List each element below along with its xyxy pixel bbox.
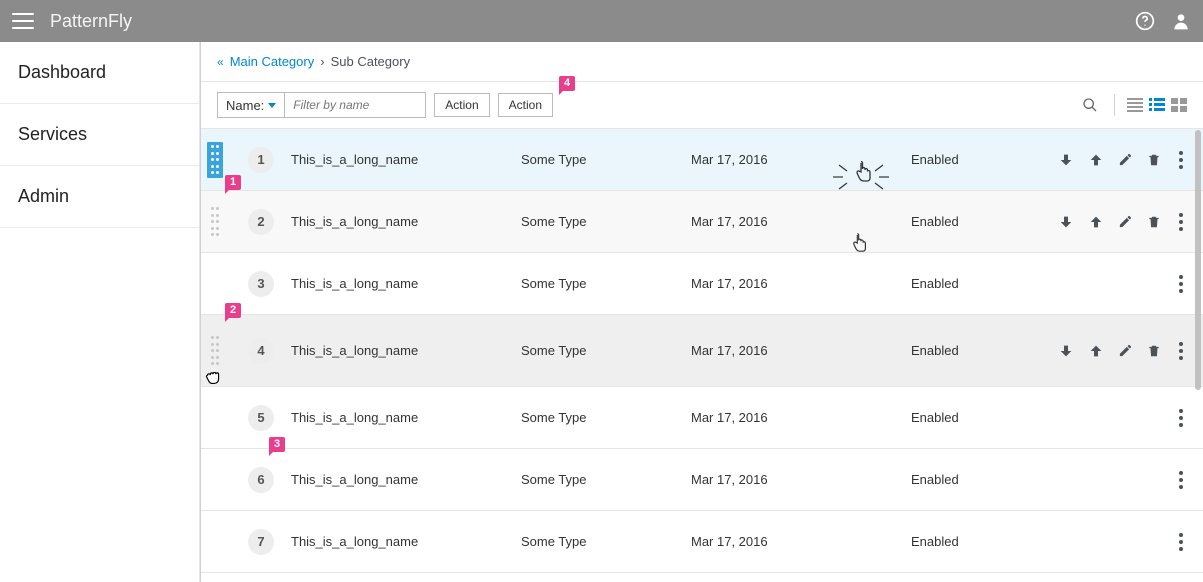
row-type: Some Type	[521, 534, 691, 549]
action-button-1[interactable]: Action	[434, 93, 489, 117]
scrollbar[interactable]	[1195, 130, 1201, 570]
filter-dropdown[interactable]: Name:	[218, 93, 285, 117]
breadcrumb: « Main Category › Sub Category	[201, 42, 1203, 82]
row-status: Enabled	[911, 472, 1021, 487]
row-status: Enabled	[911, 276, 1021, 291]
row-date: Mar 17, 2016	[691, 472, 861, 487]
list-row[interactable]: 3 This_is_a_long_name Some Type Mar 17, …	[201, 253, 1203, 315]
kebab-menu-icon[interactable]	[1175, 209, 1187, 235]
annotation-pin-2: 2	[225, 303, 241, 318]
sidebar-item-admin[interactable]: Admin	[0, 166, 199, 228]
list-row[interactable]: 4 This_is_a_long_name Some Type Mar 17, …	[201, 315, 1203, 387]
move-up-icon[interactable]	[1088, 214, 1104, 230]
row-status: Enabled	[911, 534, 1021, 549]
kebab-menu-icon[interactable]	[1175, 147, 1187, 173]
annotation-pin-4: 4	[559, 76, 575, 91]
row-date: Mar 17, 2016	[691, 534, 861, 549]
sidebar: Dashboard Services Admin	[0, 42, 200, 582]
filter-label: Name:	[226, 98, 264, 113]
delete-icon[interactable]	[1147, 214, 1161, 230]
sidebar-item-services[interactable]: Services	[0, 104, 199, 166]
filter-input[interactable]	[285, 93, 425, 117]
breadcrumb-main[interactable]: Main Category	[230, 54, 315, 69]
kebab-menu-icon[interactable]	[1175, 467, 1187, 493]
row-name: This_is_a_long_name	[291, 343, 521, 358]
row-name: This_is_a_long_name	[291, 276, 521, 291]
row-name: This_is_a_long_name	[291, 152, 521, 167]
row-name: This_is_a_long_name	[291, 472, 521, 487]
row-date: Mar 17, 2016	[691, 214, 861, 229]
row-date: Mar 17, 2016	[691, 410, 861, 425]
edit-icon[interactable]	[1118, 152, 1133, 167]
top-bar: PatternFly	[0, 0, 1203, 42]
row-type: Some Type	[521, 276, 691, 291]
drag-handle-icon[interactable]	[207, 333, 223, 369]
row-name: This_is_a_long_name	[291, 410, 521, 425]
kebab-menu-icon[interactable]	[1175, 405, 1187, 431]
list-row[interactable]: 1 This_is_a_long_name Some Type Mar 17, …	[201, 129, 1203, 191]
move-up-icon[interactable]	[1088, 152, 1104, 168]
help-icon[interactable]	[1135, 11, 1155, 31]
kebab-menu-icon[interactable]	[1175, 529, 1187, 555]
annotation-pin-1: 1	[225, 175, 241, 190]
row-index-badge: 4	[231, 338, 291, 364]
view-list-icon[interactable]	[1127, 98, 1143, 112]
edit-icon[interactable]	[1118, 343, 1133, 358]
user-icon[interactable]	[1171, 11, 1191, 31]
toolbar-separator	[1114, 94, 1115, 116]
kebab-menu-icon[interactable]	[1175, 338, 1187, 364]
view-detail-list-icon[interactable]	[1149, 98, 1165, 112]
row-status: Enabled	[911, 343, 1021, 358]
delete-icon[interactable]	[1147, 343, 1161, 359]
row-name: This_is_a_long_name	[291, 534, 521, 549]
breadcrumb-back-icon[interactable]: «	[217, 55, 224, 69]
list-row[interactable]: 5 This_is_a_long_name Some Type Mar 17, …	[201, 387, 1203, 449]
move-down-icon[interactable]	[1058, 343, 1074, 359]
row-index-badge: 5	[231, 405, 291, 431]
row-date: Mar 17, 2016	[691, 343, 861, 358]
drag-handle-icon[interactable]	[207, 142, 223, 178]
list-row[interactable]: 6 This_is_a_long_name Some Type Mar 17, …	[201, 449, 1203, 511]
row-status: Enabled	[911, 410, 1021, 425]
row-type: Some Type	[521, 152, 691, 167]
annotation-pin-3: 3	[269, 437, 285, 452]
row-name: This_is_a_long_name	[291, 214, 521, 229]
move-down-icon[interactable]	[1058, 214, 1074, 230]
row-type: Some Type	[521, 410, 691, 425]
row-index-badge: 2	[231, 209, 291, 235]
row-index-badge: 7	[231, 529, 291, 555]
search-icon[interactable]	[1078, 93, 1102, 117]
list-row[interactable]: 7 This_is_a_long_name Some Type Mar 17, …	[201, 511, 1203, 573]
brand-title: PatternFly	[50, 11, 132, 32]
breadcrumb-current: Sub Category	[331, 54, 411, 69]
row-index-badge: 1	[231, 147, 291, 173]
menu-toggle-icon[interactable]	[12, 13, 34, 29]
caret-down-icon	[268, 103, 276, 108]
row-date: Mar 17, 2016	[691, 152, 861, 167]
view-grid-icon[interactable]	[1171, 98, 1187, 112]
move-up-icon[interactable]	[1088, 343, 1104, 359]
row-status: Enabled	[911, 152, 1021, 167]
edit-icon[interactable]	[1118, 214, 1133, 229]
row-index-badge: 3	[231, 271, 291, 297]
breadcrumb-separator: ›	[320, 54, 324, 69]
main-content: « Main Category › Sub Category Name: Act…	[200, 42, 1203, 582]
kebab-menu-icon[interactable]	[1175, 271, 1187, 297]
filter-group: Name:	[217, 92, 426, 118]
row-type: Some Type	[521, 214, 691, 229]
move-down-icon[interactable]	[1058, 152, 1074, 168]
drag-handle-icon[interactable]	[207, 204, 223, 240]
row-type: Some Type	[521, 343, 691, 358]
row-date: Mar 17, 2016	[691, 276, 861, 291]
toolbar: Name: Action Action 4	[201, 82, 1203, 129]
row-type: Some Type	[521, 472, 691, 487]
list-row[interactable]: 2 This_is_a_long_name Some Type Mar 17, …	[201, 191, 1203, 253]
sidebar-item-dashboard[interactable]: Dashboard	[0, 42, 199, 104]
delete-icon[interactable]	[1147, 152, 1161, 168]
action-button-2[interactable]: Action	[498, 93, 553, 117]
row-index-badge: 6	[231, 467, 291, 493]
list-view: 1 This_is_a_long_name Some Type Mar 17, …	[201, 129, 1203, 582]
row-status: Enabled	[911, 214, 1021, 229]
